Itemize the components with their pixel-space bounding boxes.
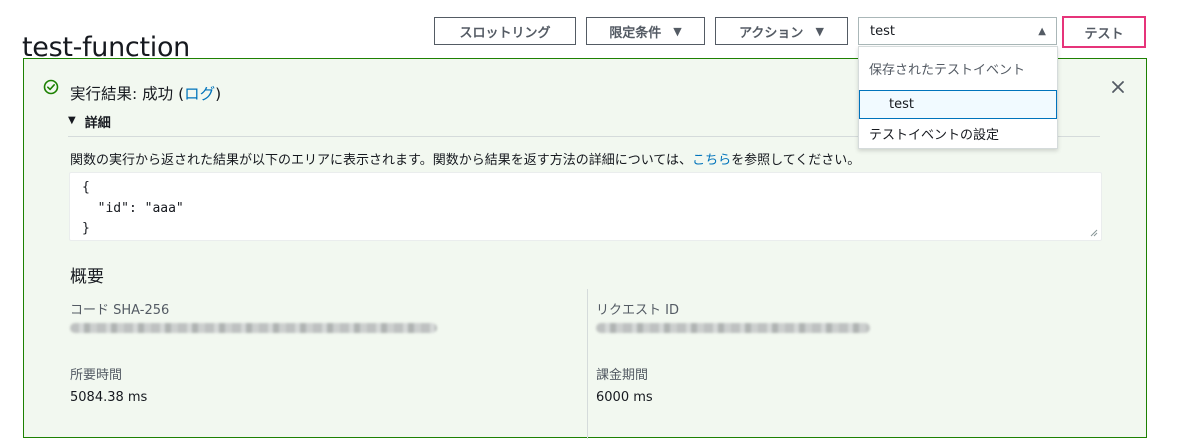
throttle-button[interactable]: スロットリング — [434, 17, 576, 45]
status-suffix: ) — [215, 85, 222, 103]
code-sha-label: コード SHA-256 — [70, 303, 170, 318]
test-event-option[interactable]: test — [859, 90, 1057, 119]
details-label: 詳細 — [84, 116, 111, 131]
test-button-label: テスト — [1084, 26, 1124, 42]
configure-test-events-option[interactable]: テストイベントの設定 — [859, 119, 1057, 148]
request-id-label: リクエスト ID — [596, 303, 679, 318]
test-button[interactable]: テスト — [1062, 16, 1146, 48]
close-icon[interactable] — [1110, 79, 1126, 95]
duration-label: 所要時間 — [70, 368, 123, 383]
test-event-option-label: test — [889, 97, 914, 112]
status-text: 実行結果: 成功 ( — [70, 85, 185, 103]
test-event-select[interactable]: test ▲ — [858, 17, 1057, 45]
saved-test-events-group-label: 保存されたテストイベント — [869, 63, 1026, 78]
caret-up-icon: ▲ — [1038, 25, 1046, 37]
caret-down-icon: ▼ — [68, 115, 76, 126]
test-event-select-value: test — [870, 23, 895, 39]
test-event-dropdown-menu: 保存されたテストイベント test テストイベントの設定 — [858, 46, 1058, 149]
check-circle-icon — [43, 79, 59, 95]
caret-down-icon: ▼ — [815, 24, 824, 38]
redacted-code-sha-value — [70, 323, 437, 333]
output-line: } — [82, 221, 90, 236]
throttle-button-label: スロットリング — [459, 25, 551, 41]
redacted-request-id-value — [596, 323, 870, 333]
resize-grip-icon[interactable] — [1090, 229, 1098, 237]
result-description: 関数の実行から返された結果が以下のエリアに表示されます。関数から結果を返す方法の… — [70, 149, 860, 168]
help-link[interactable]: こちら — [692, 153, 731, 168]
configure-test-events-label: テストイベントの設定 — [869, 128, 1000, 143]
column-divider — [587, 289, 588, 439]
description-suffix: を参照してください。 — [731, 153, 861, 168]
qualifier-button-label: 限定条件 — [609, 25, 662, 41]
description-text: 関数の実行から返された結果が以下のエリアに表示されます。関数から結果を返す方法の… — [70, 153, 693, 168]
output-line: { — [82, 180, 90, 195]
execution-status-title: 実行結果: 成功 (ログ) — [70, 82, 221, 104]
duration-value: 5084.38 ms — [70, 390, 148, 405]
qualifier-dropdown-button[interactable]: 限定条件 ▼ — [586, 17, 705, 45]
actions-button-label: アクション — [739, 25, 804, 41]
output-line: "id": "aaa" — [82, 200, 184, 216]
billed-duration-label: 課金期間 — [596, 368, 649, 383]
actions-dropdown-button[interactable]: アクション ▼ — [715, 17, 848, 45]
summary-heading: 概要 — [70, 267, 104, 287]
result-output-textarea[interactable]: { "id": "aaa" } — [69, 172, 1102, 241]
caret-down-icon: ▼ — [673, 24, 682, 38]
log-link[interactable]: ログ — [184, 85, 215, 103]
billed-duration-value: 6000 ms — [596, 390, 653, 405]
